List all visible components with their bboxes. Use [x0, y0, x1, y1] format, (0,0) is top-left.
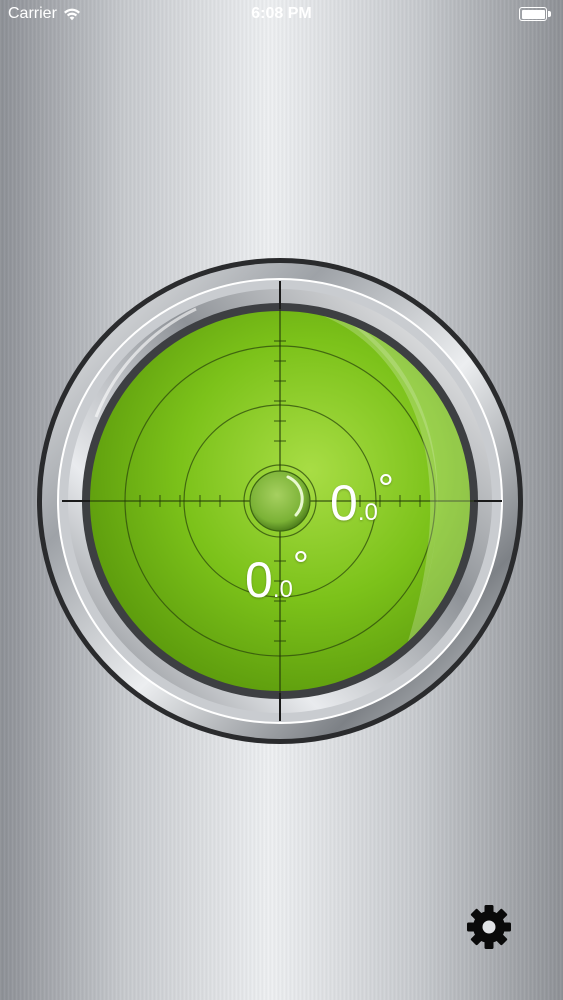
battery-icon — [519, 7, 553, 23]
level-bubble — [249, 470, 311, 532]
gauge-graphic — [37, 258, 523, 744]
battery-body — [519, 7, 547, 21]
x-angle-readout: 0.0° — [330, 469, 394, 531]
status-bar: Carrier 6:08 PM — [0, 0, 563, 30]
y-angle-unit: ° — [292, 544, 309, 588]
status-time: 6:08 PM — [251, 5, 312, 22]
y-angle-integer: 0 — [245, 552, 273, 608]
y-angle-readout: 0.0° — [245, 546, 309, 608]
bubble-level-gauge — [36, 257, 524, 745]
x-angle-unit: ° — [377, 467, 394, 511]
battery-fill — [521, 9, 545, 19]
gear-icon — [467, 905, 511, 949]
y-angle-decimal: .0 — [272, 576, 293, 603]
x-angle-decimal: .0 — [357, 499, 378, 526]
x-angle-integer: 0 — [330, 475, 358, 531]
battery-nub — [548, 11, 551, 17]
settings-button[interactable] — [466, 904, 512, 950]
